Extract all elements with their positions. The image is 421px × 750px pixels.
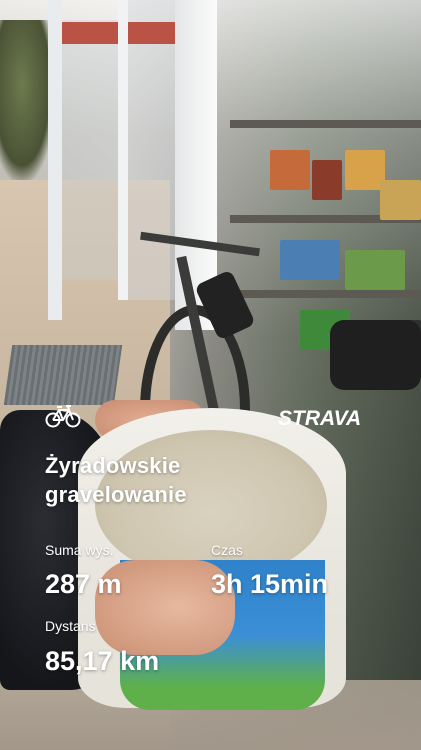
time-label: Czas — [211, 542, 243, 558]
distance-label: Dystans — [45, 618, 96, 634]
bicycle-icon — [45, 405, 81, 428]
activity-title-line-1: Żyradowskie — [45, 453, 181, 478]
time-value: 3h 15min — [211, 569, 329, 599]
activity-overlay: STRAVA Żyradowskie gravelowanie Suma wys… — [0, 0, 421, 750]
distance-value: 85,17 km — [45, 646, 160, 676]
elevation-value: 287 m — [45, 569, 122, 599]
elevation-label: Suma wys. — [45, 542, 114, 558]
strava-logo: STRAVA — [278, 407, 361, 429]
activity-title: Żyradowskie gravelowanie — [45, 451, 305, 509]
strava-logo-text: STRAVA — [278, 407, 361, 429]
activity-title-line-2: gravelowanie — [45, 482, 187, 507]
